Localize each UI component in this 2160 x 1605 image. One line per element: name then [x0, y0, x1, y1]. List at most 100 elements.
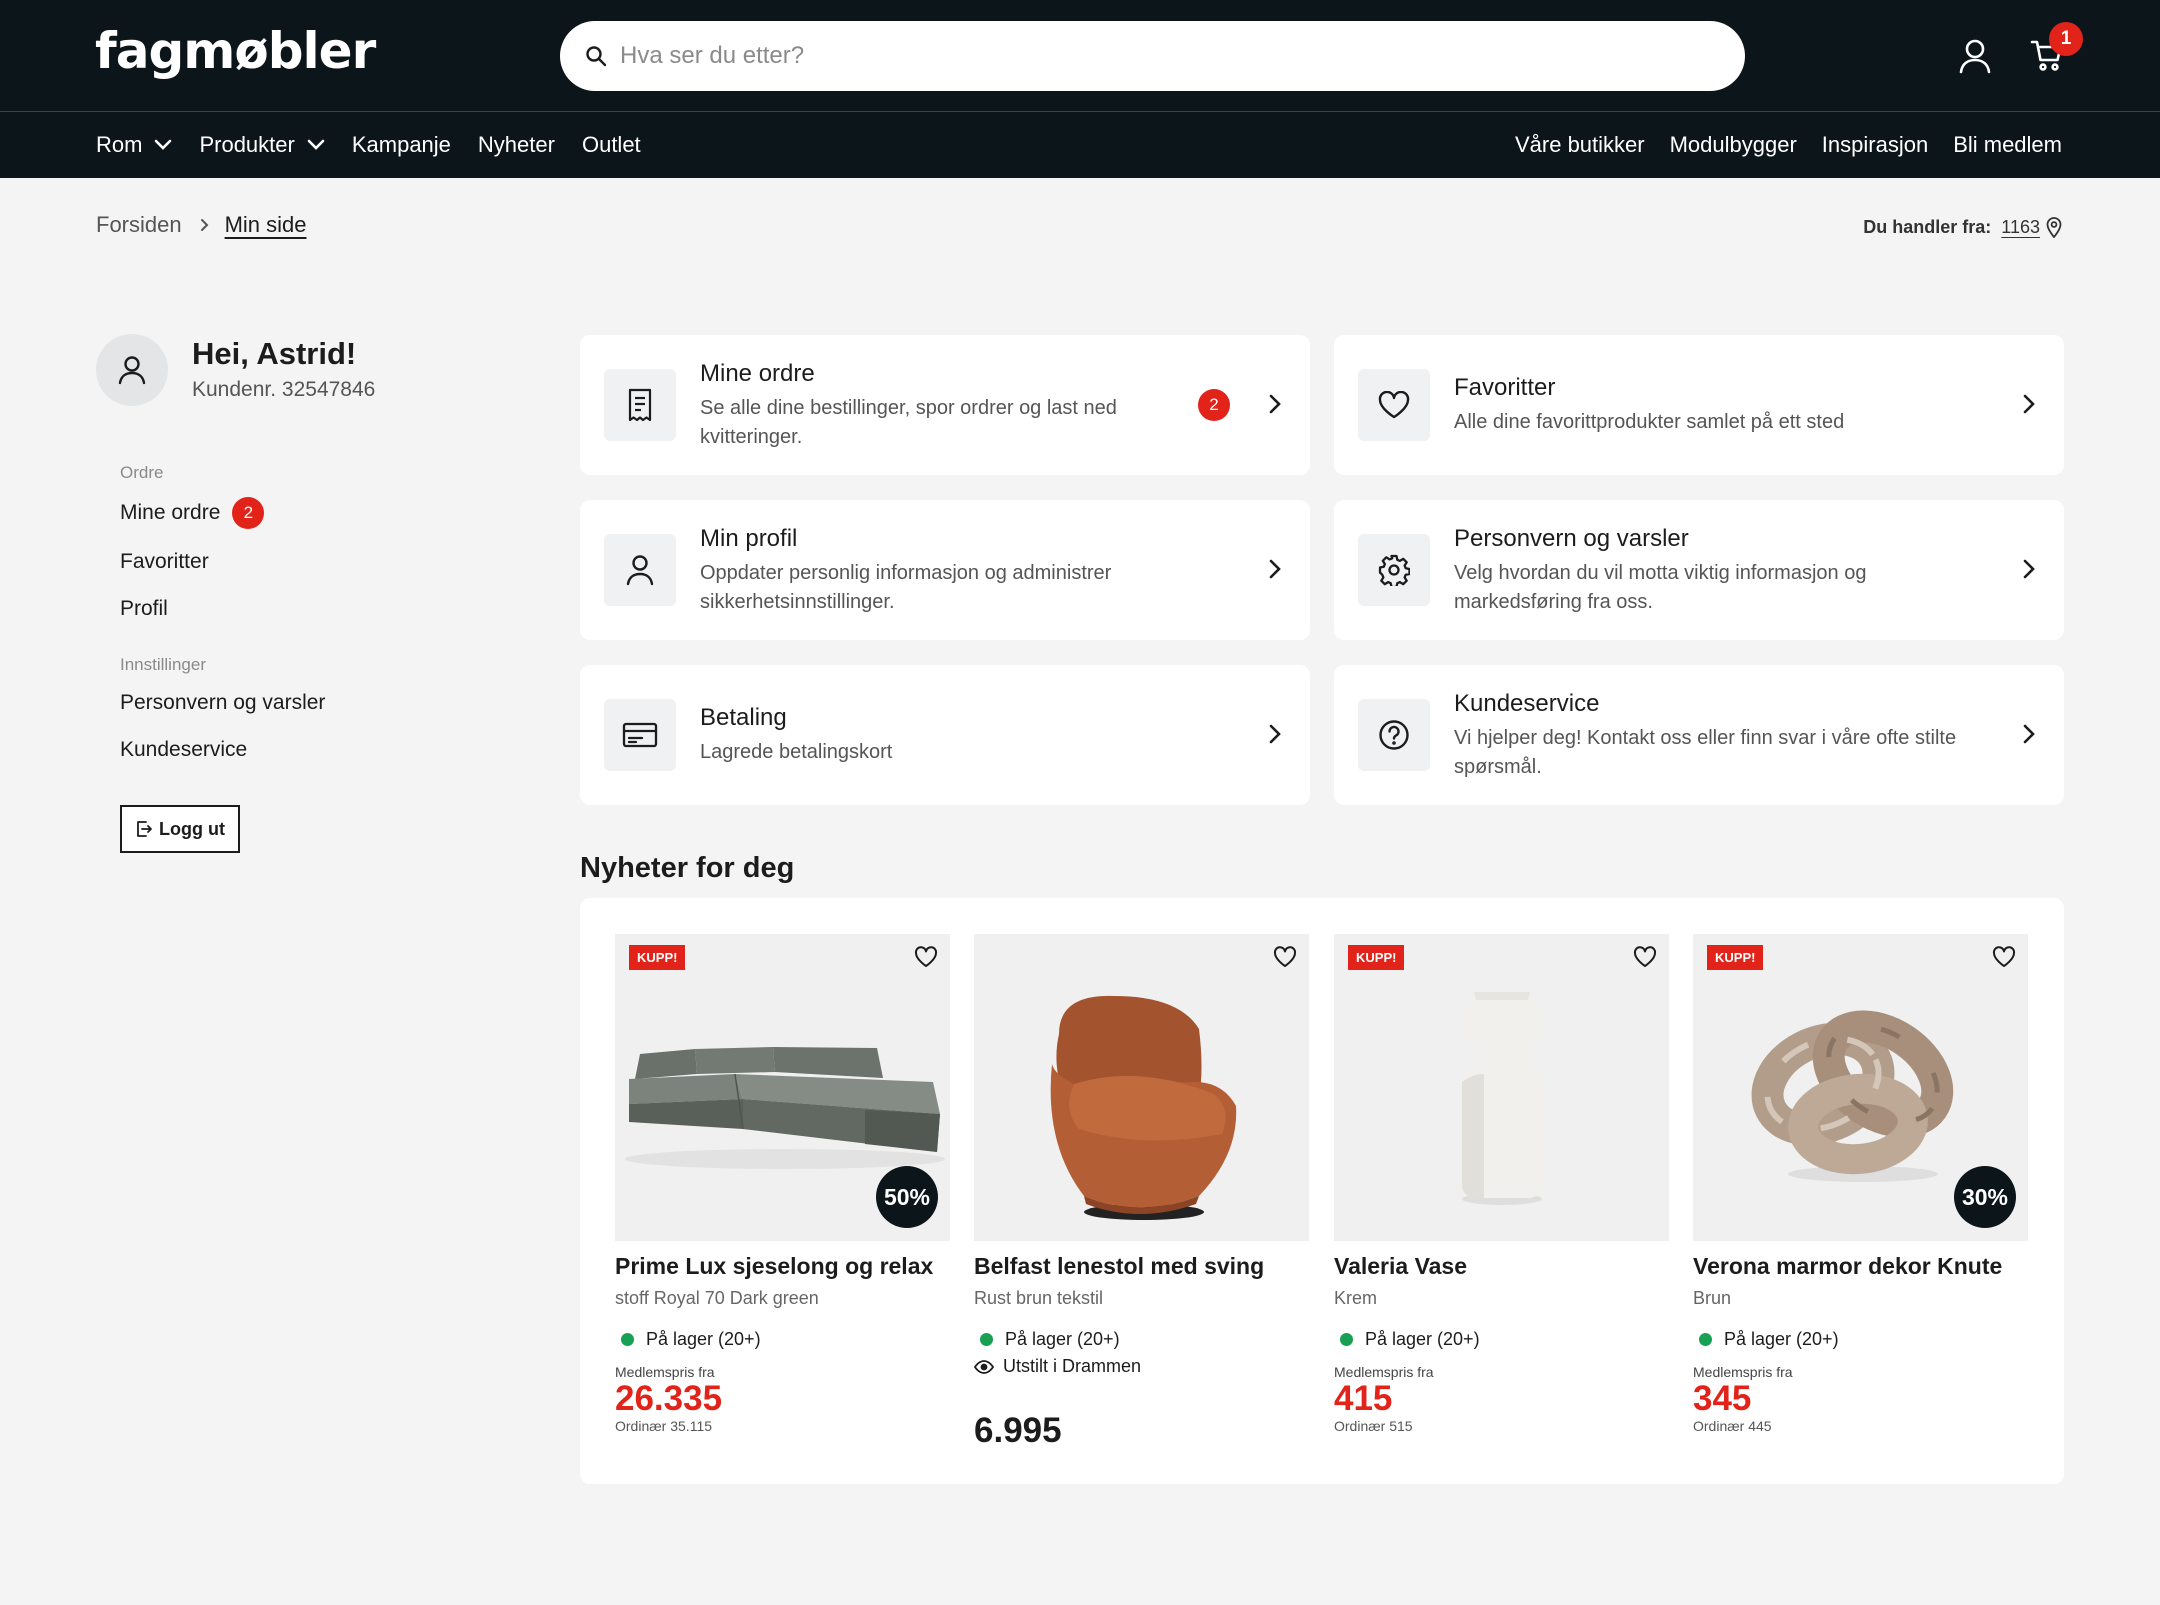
kuppi-badge: KUPP!: [1348, 945, 1405, 970]
kuppi-badge: KUPP!: [1707, 945, 1764, 970]
cart-count-badge: 1: [2049, 22, 2083, 56]
chevron-right-icon: [200, 218, 209, 232]
store-selector: Du handler fra: 1163: [1863, 216, 2062, 238]
in-stock-dot-icon: [1699, 1333, 1712, 1346]
user-icon: [626, 554, 654, 586]
product-variant: stoff Royal 70 Dark green: [615, 1288, 819, 1308]
product-variant: Rust brun tekstil: [974, 1288, 1104, 1308]
member-price: 26.335: [615, 1379, 723, 1418]
product-card[interactable]: KUPP! 30% Verona marmor dekor Knute Brun…: [1693, 934, 2028, 1434]
store-link[interactable]: 1163: [2001, 217, 2040, 238]
product-name[interactable]: Valeria Vase: [1334, 1253, 1669, 1280]
in-stock-dot-icon: [621, 1333, 634, 1346]
account-icon[interactable]: [1958, 38, 1992, 74]
nav-produkter[interactable]: Produkter: [199, 132, 325, 158]
card-description: Alle dine favorittprodukter samlet på et…: [1454, 411, 1845, 433]
card-description: Vi hjelper deg! Kontakt oss eller finn s…: [1454, 727, 1957, 778]
breadcrumb-home[interactable]: Forsiden: [96, 212, 182, 238]
heart-icon[interactable]: [1992, 946, 2016, 968]
orders-count-badge: 2: [232, 497, 265, 529]
product-image[interactable]: [974, 934, 1309, 1241]
nav-outlet[interactable]: Outlet: [582, 132, 641, 158]
nav-modulbygger[interactable]: Modulbygger: [1670, 132, 1797, 158]
product-name[interactable]: Prime Lux sjeselong og relax: [615, 1253, 950, 1280]
product-card[interactable]: KUPP! 50% Prime Lux sjeselong og relax s…: [615, 934, 950, 1434]
product-variant: Brun: [1693, 1288, 1732, 1308]
nav-nyheter[interactable]: Nyheter: [478, 132, 555, 158]
discount-badge: 30%: [1954, 1166, 2016, 1228]
nav-vare-butikker[interactable]: Våre butikker: [1515, 132, 1645, 158]
chevron-right-icon: [2022, 723, 2036, 745]
search-icon: [584, 44, 608, 68]
location-pin-icon[interactable]: [2046, 216, 2062, 238]
member-price-label: Medlemspris fra: [615, 1364, 715, 1380]
sidebar-heading-settings: Innstillinger: [120, 655, 206, 674]
logout-button[interactable]: Logg ut: [120, 805, 240, 853]
product-image[interactable]: KUPP! 50%: [615, 934, 950, 1241]
stock-status: På lager (20+): [615, 1329, 950, 1350]
product-price: 6.995: [974, 1411, 1062, 1450]
product-image[interactable]: KUPP! 30%: [1693, 934, 2028, 1241]
nav-rom[interactable]: Rom: [96, 132, 172, 158]
avatar: [96, 334, 168, 406]
showroom-status: Utstilt i Drammen: [974, 1356, 1309, 1377]
store-label: Du handler fra:: [1863, 216, 1992, 237]
question-circle-icon: [1378, 719, 1410, 751]
credit-card-icon: [622, 721, 658, 749]
news-panel: KUPP! 50% Prime Lux sjeselong og relax s…: [580, 898, 2064, 1484]
stock-status: På lager (20+): [1693, 1329, 2028, 1350]
in-stock-dot-icon: [1340, 1333, 1353, 1346]
card-favorites[interactable]: Favoritter Alle dine favorittprodukter s…: [1334, 335, 2064, 475]
armchair-image: [1050, 995, 1237, 1220]
ordinary-price: Ordinær 445: [1693, 1418, 1772, 1434]
in-stock-dot-icon: [980, 1333, 993, 1346]
ordinary-price: Ordinær 35.115: [615, 1418, 713, 1434]
heart-icon[interactable]: [914, 946, 938, 968]
card-description: Velg hvordan du vil motta viktig informa…: [1454, 562, 1867, 613]
card-description: Se alle dine bestillinger, spor ordrer o…: [700, 397, 1117, 448]
top-header: fagmøbler 1: [0, 0, 2160, 112]
member-price-label: Medlemspris fra: [1693, 1364, 1793, 1380]
card-payment[interactable]: Betaling Lagrede betalingskort: [580, 665, 1310, 805]
sidebar-item-profile[interactable]: Profil: [120, 597, 168, 621]
sidebar-item-support[interactable]: Kundeservice: [120, 738, 247, 762]
product-card[interactable]: Belfast lenestol med sving Rust brun tek…: [974, 934, 1309, 1451]
sidebar-heading-orders: Ordre: [120, 463, 164, 482]
chevron-right-icon: [1268, 723, 1282, 745]
search-input[interactable]: [620, 21, 1720, 91]
product-name[interactable]: Verona marmor dekor Knute: [1693, 1253, 2028, 1280]
card-description: Lagrede betalingskort: [700, 741, 893, 763]
breadcrumb-current[interactable]: Min side: [225, 212, 307, 238]
card-title: Min profil: [700, 525, 798, 552]
sidebar-item-my-orders[interactable]: Mine ordre 2: [120, 497, 265, 529]
product-variant: Krem: [1334, 1288, 1378, 1308]
customer-number: Kundenr. 32547846: [192, 378, 376, 401]
card-title: Favoritter: [1454, 374, 1556, 401]
nav-kampanje[interactable]: Kampanje: [352, 132, 451, 158]
heart-icon[interactable]: [1633, 946, 1657, 968]
heart-icon[interactable]: [1273, 946, 1297, 968]
card-title: Betaling: [700, 704, 787, 731]
news-section-title: Nyheter for deg: [580, 852, 795, 884]
card-privacy[interactable]: Personvern og varsler Velg hvordan du vi…: [1334, 500, 2064, 640]
card-my-profile[interactable]: Min profil Oppdater personlig informasjo…: [580, 500, 1310, 640]
product-name[interactable]: Belfast lenestol med sving: [974, 1253, 1309, 1280]
stock-status: På lager (20+): [974, 1329, 1309, 1350]
card-title: Kundeservice: [1454, 690, 1600, 717]
search-bar[interactable]: [560, 21, 1745, 91]
nav-inspirasjon[interactable]: Inspirasjon: [1822, 132, 1928, 158]
card-title: Mine ordre: [700, 360, 815, 387]
card-description: Oppdater personlig informasjon og admini…: [700, 562, 1112, 613]
sidebar-item-privacy[interactable]: Personvern og varsler: [120, 691, 325, 715]
nav-bli-medlem[interactable]: Bli medlem: [1953, 132, 2062, 158]
orders-count-badge: 2: [1198, 389, 1230, 421]
product-card[interactable]: KUPP! Valeria Vase Krem På lager (20+) M…: [1334, 934, 1669, 1434]
heart-icon: [1378, 391, 1410, 419]
site-logo[interactable]: fagmøbler: [95, 22, 376, 80]
card-customer-service[interactable]: Kundeservice Vi hjelper deg! Kontakt oss…: [1334, 665, 2064, 805]
card-my-orders[interactable]: Mine ordre Se alle dine bestillinger, sp…: [580, 335, 1310, 475]
product-image[interactable]: KUPP!: [1334, 934, 1669, 1241]
greeting: Hei, Astrid!: [192, 336, 357, 371]
sidebar-item-favorites[interactable]: Favoritter: [120, 550, 209, 574]
ordinary-price: Ordinær 515: [1334, 1418, 1413, 1434]
